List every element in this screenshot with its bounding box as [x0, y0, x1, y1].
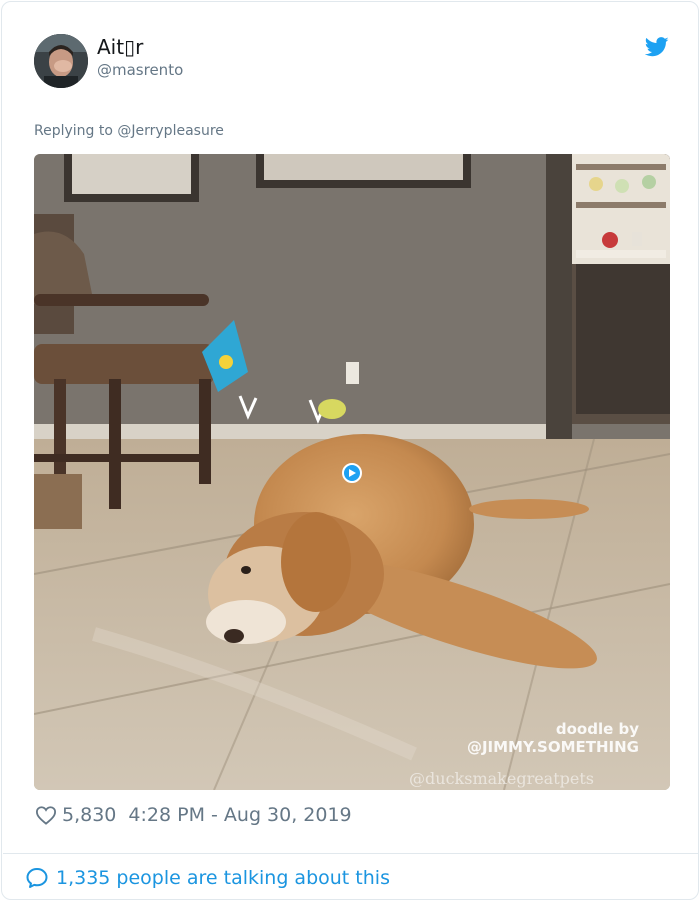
tweet-timestamp[interactable]: 4:28 PM - Aug 30, 2019 [128, 804, 351, 826]
watermark-line-2: @JIMMY.SOMETHING [467, 738, 639, 756]
author-handle[interactable]: @masrento [97, 61, 183, 79]
reply-prefix: Replying to [34, 123, 118, 139]
footer-divider [3, 853, 699, 854]
reply-mention-link[interactable]: @Jerrypleasure [117, 123, 224, 139]
like-count[interactable]: 5,830 [62, 804, 116, 826]
conversation-link[interactable]: 1,335 people are talking about this [25, 865, 390, 891]
tweet-card: Ait▯r @masrento Replying to @Jerrypleasu… [1, 1, 699, 900]
heart-icon[interactable] [35, 805, 57, 825]
author-display-name[interactable]: Ait▯r [97, 35, 143, 59]
tweet-meta: 5,830 4:28 PM - Aug 30, 2019 [35, 803, 352, 827]
watermark-line-3: @ducksmakegreatpets [409, 769, 594, 788]
conversation-count-text[interactable]: 1,335 people are talking about this [56, 867, 390, 889]
author-avatar[interactable] [34, 34, 88, 88]
watermark-line-1: doodle by [556, 720, 639, 738]
twitter-bird-icon[interactable] [645, 37, 669, 57]
speech-bubble-icon [26, 868, 48, 888]
reply-context: Replying to @Jerrypleasure [34, 123, 224, 139]
play-icon[interactable] [342, 463, 362, 483]
